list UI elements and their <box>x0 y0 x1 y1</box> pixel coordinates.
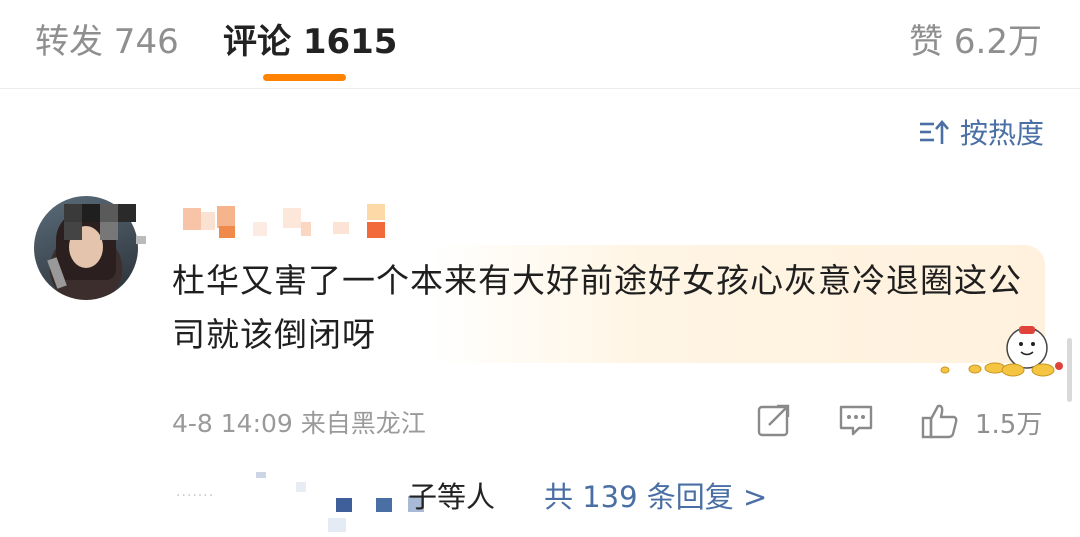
tab-like[interactable]: 赞 6.2万 <box>909 14 1042 63</box>
dotted-leader: ······· <box>176 488 215 504</box>
sort-icon <box>919 120 949 144</box>
comment-text: 杜华又害了一个本来有大好前途好女孩心灰意冷退圈这公司就该倒闭呀 <box>172 261 1022 354</box>
replies-row[interactable]: ······· 子等人 共 139 条回复 > <box>176 472 976 532</box>
tab-bar: 转发 746 评论 1615 赞 6.2万 <box>0 0 1080 89</box>
username-mosaic[interactable] <box>183 204 388 240</box>
view-all-replies-link[interactable]: 共 139 条回复 > <box>544 474 767 516</box>
like-count: 1.5万 <box>975 410 1043 440</box>
avatar-mosaic <box>50 196 146 246</box>
active-tab-indicator <box>263 74 346 81</box>
tab-comment[interactable]: 评论 1615 <box>223 14 397 63</box>
comment-meta: 4-8 14:09 来自黑龙江 <box>172 409 426 438</box>
sort-label: 按热度 <box>959 117 1044 150</box>
mascot-decoration-icon <box>940 326 1063 377</box>
share-icon[interactable] <box>756 402 792 438</box>
scrollbar[interactable] <box>1067 338 1072 402</box>
reply-names-suffix: 子等人 <box>408 480 496 514</box>
comment-icon[interactable] <box>837 402 875 438</box>
tab-repost[interactable]: 转发 746 <box>35 14 179 63</box>
thumbs-up-icon[interactable] <box>920 402 960 440</box>
sort-by-hot-button[interactable]: 按热度 <box>918 114 1044 150</box>
